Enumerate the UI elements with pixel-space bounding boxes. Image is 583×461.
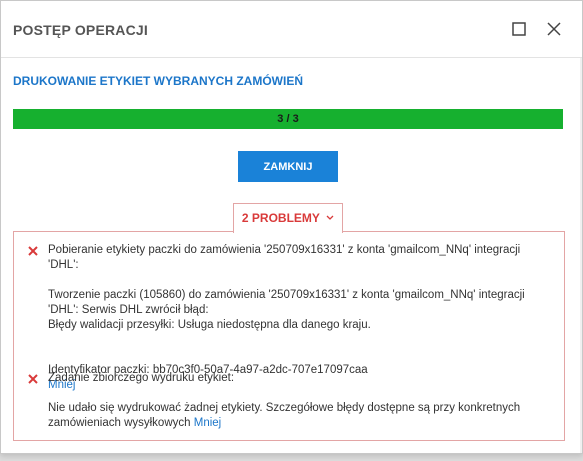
close-window-button[interactable] (544, 19, 564, 39)
close-button[interactable]: ZAMKNIJ (238, 151, 338, 182)
less-link-2[interactable]: Mniej (194, 417, 221, 429)
error-x-icon (28, 246, 38, 256)
operation-title: DRUKOWANIE ETYKIET WYBRANYCH ZAMÓWIEŃ (13, 74, 303, 88)
dialog-titlebar: POSTĘP OPERACJI (1, 1, 582, 58)
dialog-title: POSTĘP OPERACJI (13, 22, 149, 38)
close-icon (547, 22, 561, 36)
maximize-icon (512, 22, 526, 36)
progress-dialog: POSTĘP OPERACJI DRUKOWANIE ETYKIET WYBRA… (0, 0, 583, 454)
problem-heading-1: Pobieranie etykiety paczki do zamówienia… (48, 244, 521, 271)
problems-panel: Pobieranie etykiety paczki do zamówienia… (13, 231, 565, 441)
maximize-button[interactable] (509, 19, 529, 39)
progress-label: 3 / 3 (277, 113, 299, 125)
progress-bar: 3 / 3 (13, 109, 563, 129)
problems-toggle[interactable]: 2 PROBLEMY (233, 203, 343, 233)
chevron-down-icon (326, 215, 334, 220)
problem-detail-2: Nie udało się wydrukować żadnej etykiety… (48, 401, 520, 431)
problem-heading-2: Zadanie zbiorczego wydruku etykiet: (48, 372, 235, 384)
problem-detail-1: Tworzenie paczki (105860) do zamówienia … (48, 289, 525, 331)
problem-detail-2-text: Nie udało się wydrukować żadnej etykiety… (48, 402, 521, 429)
error-x-icon (28, 374, 38, 384)
problems-toggle-label: 2 PROBLEMY (241, 211, 320, 225)
scrollbar (580, 58, 582, 453)
